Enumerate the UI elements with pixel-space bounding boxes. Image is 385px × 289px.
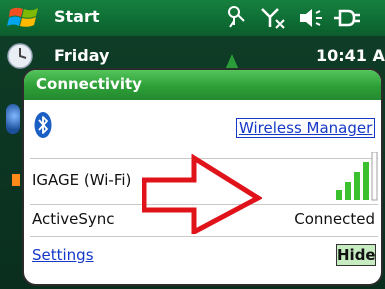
- start-label[interactable]: Start: [54, 7, 100, 26]
- connectivity-icon: [228, 6, 245, 28]
- taskbar: Start: [0, 0, 385, 36]
- volume-icon: [300, 9, 322, 27]
- popup-header: Connectivity: [24, 70, 381, 100]
- side-icon-partial-orange: [12, 174, 20, 186]
- wireless-manager-link[interactable]: Wireless Manager: [236, 118, 376, 138]
- no-signal-icon: [261, 8, 285, 29]
- today-time: 10:41 AM: [316, 46, 385, 65]
- hide-button[interactable]: Hide: [336, 244, 376, 266]
- popup-title: Connectivity: [36, 75, 142, 93]
- wifi-network-name[interactable]: IGAGE (Wi-Fi): [32, 171, 131, 189]
- battery-icon: [334, 9, 360, 27]
- wifi-signal-bars-icon: [336, 152, 378, 201]
- settings-link[interactable]: Settings: [32, 246, 94, 264]
- activesync-label[interactable]: ActiveSync: [32, 210, 115, 228]
- divider: [30, 236, 378, 237]
- today-date-row[interactable]: Friday 10:41 AM: [0, 40, 385, 70]
- clock-icon: [7, 43, 33, 69]
- activesync-status: Connected: [294, 210, 375, 228]
- status-icons[interactable]: [226, 5, 385, 31]
- bluetooth-icon[interactable]: [34, 111, 52, 139]
- today-day: Friday: [54, 46, 110, 65]
- red-arrow-annotation: [142, 154, 262, 234]
- side-icon-partial: [6, 104, 20, 134]
- windows-flag-icon[interactable]: [6, 4, 42, 32]
- connectivity-popup: Connectivity Wireless Manager IGAGE (Wi-…: [22, 68, 383, 286]
